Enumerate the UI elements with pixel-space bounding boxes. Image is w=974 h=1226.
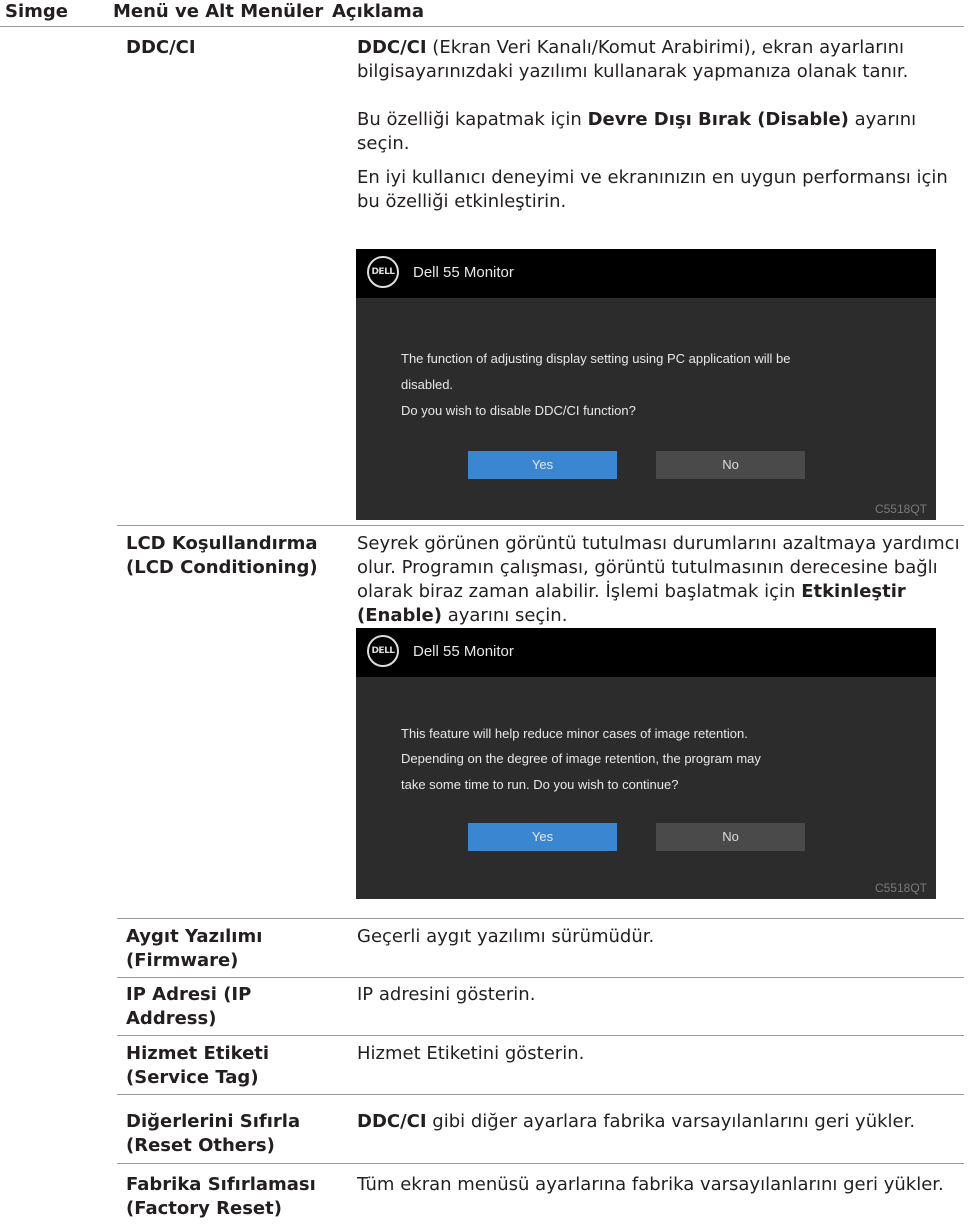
menu-item-reset-others: Diğerlerini Sıfırla (Reset Others) [126, 1110, 346, 1158]
ddcci-dialog: DELL Dell 55 Monitor The function of adj… [356, 249, 936, 520]
factory-reset-description: Tüm ekran menüsü ayarlarına fabrika vars… [357, 1174, 944, 1195]
row-divider [117, 1163, 964, 1164]
row-divider [117, 1035, 964, 1036]
dell-logo-icon: DELL [367, 635, 399, 667]
dell-logo-icon: DELL [367, 256, 399, 288]
reset-others-desc-text: gibi diğer ayarlara fabrika varsayılanla… [426, 1111, 916, 1132]
row-divider [117, 1094, 964, 1095]
service-description: Hizmet Etiketini gösterin. [357, 1043, 585, 1064]
menu-item-service-tag: Hizmet Etiketi (Service Tag) [126, 1042, 346, 1090]
row-divider [117, 977, 964, 978]
menu-item-factory-reset: Fabrika Sıfırlaması (Factory Reset) [126, 1173, 346, 1221]
ddcci-bold-term: DDC/CI [357, 37, 427, 58]
menu-item-firmware: Aygıt Yazılımı (Firmware) [126, 925, 346, 973]
no-button[interactable]: No [656, 823, 805, 851]
menu-item-ddcci: DDC/CI [126, 37, 196, 58]
dialog-message-line1: The function of adjusting display settin… [401, 351, 791, 366]
ddcci-disable-note: Bu özelliği kapatmak için Devre Dışı Bır… [357, 108, 963, 156]
ip-description: IP adresini gösterin. [357, 984, 536, 1005]
service-menu-line2: (Service Tag) [126, 1067, 259, 1088]
lcd-menu-line2: (LCD Conditioning) [126, 557, 318, 578]
menu-item-lcd-conditioning: LCD Koşullandırma (LCD Conditioning) [126, 532, 346, 580]
dialog-message-line3: take some time to run. Do you wish to co… [401, 777, 679, 792]
lcd-menu-line1: LCD Koşullandırma [126, 533, 318, 554]
factory-reset-menu-line2: (Factory Reset) [126, 1198, 282, 1219]
factory-reset-menu-line1: Fabrika Sıfırlaması [126, 1174, 316, 1195]
model-code: C5518QT [874, 502, 927, 516]
header-divider [0, 26, 964, 27]
ip-menu-line2: Address) [126, 1008, 217, 1029]
ddcci-enable-note: En iyi kullanıcı deneyimi ve ekranınızın… [357, 167, 948, 212]
reset-others-menu-line2: (Reset Others) [126, 1135, 275, 1156]
row-divider [117, 918, 964, 919]
dialog-title: Dell 55 Monitor [413, 643, 514, 660]
yes-button[interactable]: Yes [468, 823, 617, 851]
firmware-description: Geçerli aygıt yazılımı sürümüdür. [357, 926, 655, 947]
lcd-dialog: DELL Dell 55 Monitor This feature will h… [356, 628, 936, 899]
header-menu-column: Menü ve Alt Menüler [113, 1, 324, 22]
ddcci-description: DDC/CI (Ekran Veri Kanalı/Komut Arabirim… [357, 36, 963, 84]
dialog-message-line1: This feature will help reduce minor case… [401, 726, 748, 741]
dialog-title: Dell 55 Monitor [413, 264, 514, 281]
dialog-message-line2: Depending on the degree of image retenti… [401, 751, 761, 766]
ddcci-desc-text: (Ekran Veri Kanalı/Komut Arabirimi), ekr… [357, 37, 909, 82]
firmware-menu-line1: Aygıt Yazılımı [126, 926, 263, 947]
row-divider [117, 525, 964, 526]
firmware-menu-line2: (Firmware) [126, 950, 239, 971]
ddcci-disable-pre: Bu özelliği kapatmak için [357, 109, 588, 130]
no-button[interactable]: No [656, 451, 805, 479]
dialog-message-line2: disabled. [401, 377, 454, 392]
service-menu-line1: Hizmet Etiketi [126, 1043, 270, 1064]
reset-others-description: DDC/CI gibi diğer ayarlara fabrika varsa… [357, 1110, 963, 1134]
reset-others-menu-line1: Diğerlerini Sıfırla [126, 1111, 301, 1132]
menu-item-ip-address: IP Adresi (IP Address) [126, 983, 346, 1031]
lcd-description: Seyrek görünen görüntü tutulması durumla… [357, 532, 963, 628]
header-icon-column: Simge [5, 1, 68, 22]
yes-button[interactable]: Yes [468, 451, 617, 479]
header-description-column: Açıklama [332, 1, 424, 22]
dialog-message-line3: Do you wish to disable DDC/CI function? [401, 403, 636, 418]
lcd-desc-post: ayarını seçin. [441, 605, 568, 626]
ip-menu-line1: IP Adresi (IP [126, 984, 252, 1005]
reset-others-bold-term: DDC/CI [357, 1111, 427, 1132]
ddcci-disable-option: Devre Dışı Bırak (Disable) [587, 109, 849, 130]
model-code: C5518QT [874, 881, 927, 895]
